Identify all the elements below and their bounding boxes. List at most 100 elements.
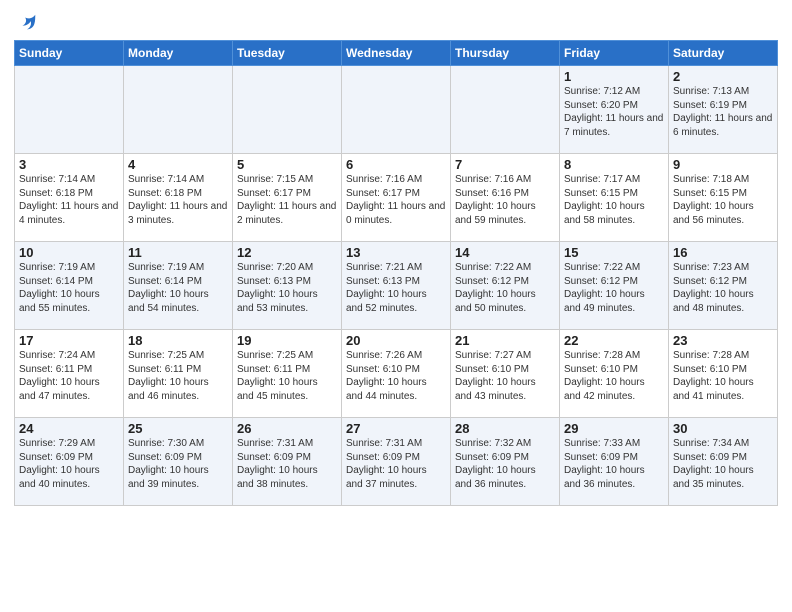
calendar-cell: 12Sunrise: 7:20 AM Sunset: 6:13 PM Dayli…: [233, 242, 342, 330]
weekday-header-monday: Monday: [124, 41, 233, 66]
calendar-week-row: 24Sunrise: 7:29 AM Sunset: 6:09 PM Dayli…: [15, 418, 778, 506]
day-info: Sunrise: 7:28 AM Sunset: 6:10 PM Dayligh…: [564, 349, 664, 403]
calendar-cell: 25Sunrise: 7:30 AM Sunset: 6:09 PM Dayli…: [124, 418, 233, 506]
calendar-cell: 3Sunrise: 7:14 AM Sunset: 6:18 PM Daylig…: [15, 154, 124, 242]
day-info: Sunrise: 7:25 AM Sunset: 6:11 PM Dayligh…: [128, 349, 228, 403]
day-number: 21: [455, 333, 555, 348]
weekday-header-row: SundayMondayTuesdayWednesdayThursdayFrid…: [15, 41, 778, 66]
day-info: Sunrise: 7:25 AM Sunset: 6:11 PM Dayligh…: [237, 349, 337, 403]
day-number: 13: [346, 245, 446, 260]
day-number: 16: [673, 245, 773, 260]
weekday-header-sunday: Sunday: [15, 41, 124, 66]
calendar-table: SundayMondayTuesdayWednesdayThursdayFrid…: [14, 40, 778, 506]
calendar-cell: 22Sunrise: 7:28 AM Sunset: 6:10 PM Dayli…: [560, 330, 669, 418]
day-info: Sunrise: 7:30 AM Sunset: 6:09 PM Dayligh…: [128, 437, 228, 491]
day-info: Sunrise: 7:23 AM Sunset: 6:12 PM Dayligh…: [673, 261, 773, 315]
day-number: 8: [564, 157, 664, 172]
day-number: 4: [128, 157, 228, 172]
day-info: Sunrise: 7:33 AM Sunset: 6:09 PM Dayligh…: [564, 437, 664, 491]
day-info: Sunrise: 7:28 AM Sunset: 6:10 PM Dayligh…: [673, 349, 773, 403]
calendar-cell: 28Sunrise: 7:32 AM Sunset: 6:09 PM Dayli…: [451, 418, 560, 506]
calendar-cell: 13Sunrise: 7:21 AM Sunset: 6:13 PM Dayli…: [342, 242, 451, 330]
day-info: Sunrise: 7:20 AM Sunset: 6:13 PM Dayligh…: [237, 261, 337, 315]
day-info: Sunrise: 7:19 AM Sunset: 6:14 PM Dayligh…: [128, 261, 228, 315]
calendar-cell: 16Sunrise: 7:23 AM Sunset: 6:12 PM Dayli…: [669, 242, 778, 330]
day-number: 14: [455, 245, 555, 260]
day-number: 11: [128, 245, 228, 260]
day-info: Sunrise: 7:17 AM Sunset: 6:15 PM Dayligh…: [564, 173, 664, 227]
day-number: 1: [564, 69, 664, 84]
calendar-cell: 2Sunrise: 7:13 AM Sunset: 6:19 PM Daylig…: [669, 66, 778, 154]
day-info: Sunrise: 7:26 AM Sunset: 6:10 PM Dayligh…: [346, 349, 446, 403]
calendar-cell: 18Sunrise: 7:25 AM Sunset: 6:11 PM Dayli…: [124, 330, 233, 418]
calendar-cell: 15Sunrise: 7:22 AM Sunset: 6:12 PM Dayli…: [560, 242, 669, 330]
day-number: 5: [237, 157, 337, 172]
calendar-cell: 17Sunrise: 7:24 AM Sunset: 6:11 PM Dayli…: [15, 330, 124, 418]
day-info: Sunrise: 7:16 AM Sunset: 6:16 PM Dayligh…: [455, 173, 555, 227]
day-number: 24: [19, 421, 119, 436]
day-number: 22: [564, 333, 664, 348]
calendar-cell: [15, 66, 124, 154]
day-info: Sunrise: 7:12 AM Sunset: 6:20 PM Dayligh…: [564, 85, 664, 139]
day-number: 23: [673, 333, 773, 348]
day-info: Sunrise: 7:14 AM Sunset: 6:18 PM Dayligh…: [128, 173, 228, 227]
day-info: Sunrise: 7:34 AM Sunset: 6:09 PM Dayligh…: [673, 437, 773, 491]
calendar-cell: [124, 66, 233, 154]
calendar-cell: 21Sunrise: 7:27 AM Sunset: 6:10 PM Dayli…: [451, 330, 560, 418]
day-number: 27: [346, 421, 446, 436]
day-info: Sunrise: 7:14 AM Sunset: 6:18 PM Dayligh…: [19, 173, 119, 227]
weekday-header-saturday: Saturday: [669, 41, 778, 66]
weekday-header-thursday: Thursday: [451, 41, 560, 66]
weekday-header-wednesday: Wednesday: [342, 41, 451, 66]
day-info: Sunrise: 7:32 AM Sunset: 6:09 PM Dayligh…: [455, 437, 555, 491]
calendar-cell: 7Sunrise: 7:16 AM Sunset: 6:16 PM Daylig…: [451, 154, 560, 242]
day-number: 25: [128, 421, 228, 436]
logo: [14, 14, 38, 34]
calendar-cell: 30Sunrise: 7:34 AM Sunset: 6:09 PM Dayli…: [669, 418, 778, 506]
day-info: Sunrise: 7:29 AM Sunset: 6:09 PM Dayligh…: [19, 437, 119, 491]
day-number: 6: [346, 157, 446, 172]
calendar-cell: 24Sunrise: 7:29 AM Sunset: 6:09 PM Dayli…: [15, 418, 124, 506]
calendar-cell: 19Sunrise: 7:25 AM Sunset: 6:11 PM Dayli…: [233, 330, 342, 418]
day-number: 19: [237, 333, 337, 348]
day-info: Sunrise: 7:27 AM Sunset: 6:10 PM Dayligh…: [455, 349, 555, 403]
calendar-cell: [342, 66, 451, 154]
calendar-cell: 14Sunrise: 7:22 AM Sunset: 6:12 PM Dayli…: [451, 242, 560, 330]
calendar-cell: 8Sunrise: 7:17 AM Sunset: 6:15 PM Daylig…: [560, 154, 669, 242]
calendar-cell: 10Sunrise: 7:19 AM Sunset: 6:14 PM Dayli…: [15, 242, 124, 330]
day-number: 20: [346, 333, 446, 348]
calendar-cell: 6Sunrise: 7:16 AM Sunset: 6:17 PM Daylig…: [342, 154, 451, 242]
day-info: Sunrise: 7:22 AM Sunset: 6:12 PM Dayligh…: [455, 261, 555, 315]
day-number: 26: [237, 421, 337, 436]
day-number: 12: [237, 245, 337, 260]
weekday-header-friday: Friday: [560, 41, 669, 66]
calendar-cell: 1Sunrise: 7:12 AM Sunset: 6:20 PM Daylig…: [560, 66, 669, 154]
calendar-week-row: 17Sunrise: 7:24 AM Sunset: 6:11 PM Dayli…: [15, 330, 778, 418]
day-number: 2: [673, 69, 773, 84]
day-info: Sunrise: 7:31 AM Sunset: 6:09 PM Dayligh…: [346, 437, 446, 491]
calendar-cell: 4Sunrise: 7:14 AM Sunset: 6:18 PM Daylig…: [124, 154, 233, 242]
day-info: Sunrise: 7:18 AM Sunset: 6:15 PM Dayligh…: [673, 173, 773, 227]
calendar-week-row: 3Sunrise: 7:14 AM Sunset: 6:18 PM Daylig…: [15, 154, 778, 242]
day-number: 28: [455, 421, 555, 436]
day-number: 10: [19, 245, 119, 260]
calendar-week-row: 10Sunrise: 7:19 AM Sunset: 6:14 PM Dayli…: [15, 242, 778, 330]
calendar-cell: 20Sunrise: 7:26 AM Sunset: 6:10 PM Dayli…: [342, 330, 451, 418]
day-info: Sunrise: 7:19 AM Sunset: 6:14 PM Dayligh…: [19, 261, 119, 315]
calendar-cell: 9Sunrise: 7:18 AM Sunset: 6:15 PM Daylig…: [669, 154, 778, 242]
calendar-week-row: 1Sunrise: 7:12 AM Sunset: 6:20 PM Daylig…: [15, 66, 778, 154]
day-number: 7: [455, 157, 555, 172]
calendar-cell: 5Sunrise: 7:15 AM Sunset: 6:17 PM Daylig…: [233, 154, 342, 242]
calendar-cell: 26Sunrise: 7:31 AM Sunset: 6:09 PM Dayli…: [233, 418, 342, 506]
calendar-cell: 23Sunrise: 7:28 AM Sunset: 6:10 PM Dayli…: [669, 330, 778, 418]
header: [14, 10, 778, 34]
day-info: Sunrise: 7:15 AM Sunset: 6:17 PM Dayligh…: [237, 173, 337, 227]
day-number: 29: [564, 421, 664, 436]
day-number: 15: [564, 245, 664, 260]
logo-bird-icon: [16, 12, 38, 34]
calendar-cell: 11Sunrise: 7:19 AM Sunset: 6:14 PM Dayli…: [124, 242, 233, 330]
day-info: Sunrise: 7:31 AM Sunset: 6:09 PM Dayligh…: [237, 437, 337, 491]
day-number: 18: [128, 333, 228, 348]
day-info: Sunrise: 7:13 AM Sunset: 6:19 PM Dayligh…: [673, 85, 773, 139]
day-info: Sunrise: 7:21 AM Sunset: 6:13 PM Dayligh…: [346, 261, 446, 315]
